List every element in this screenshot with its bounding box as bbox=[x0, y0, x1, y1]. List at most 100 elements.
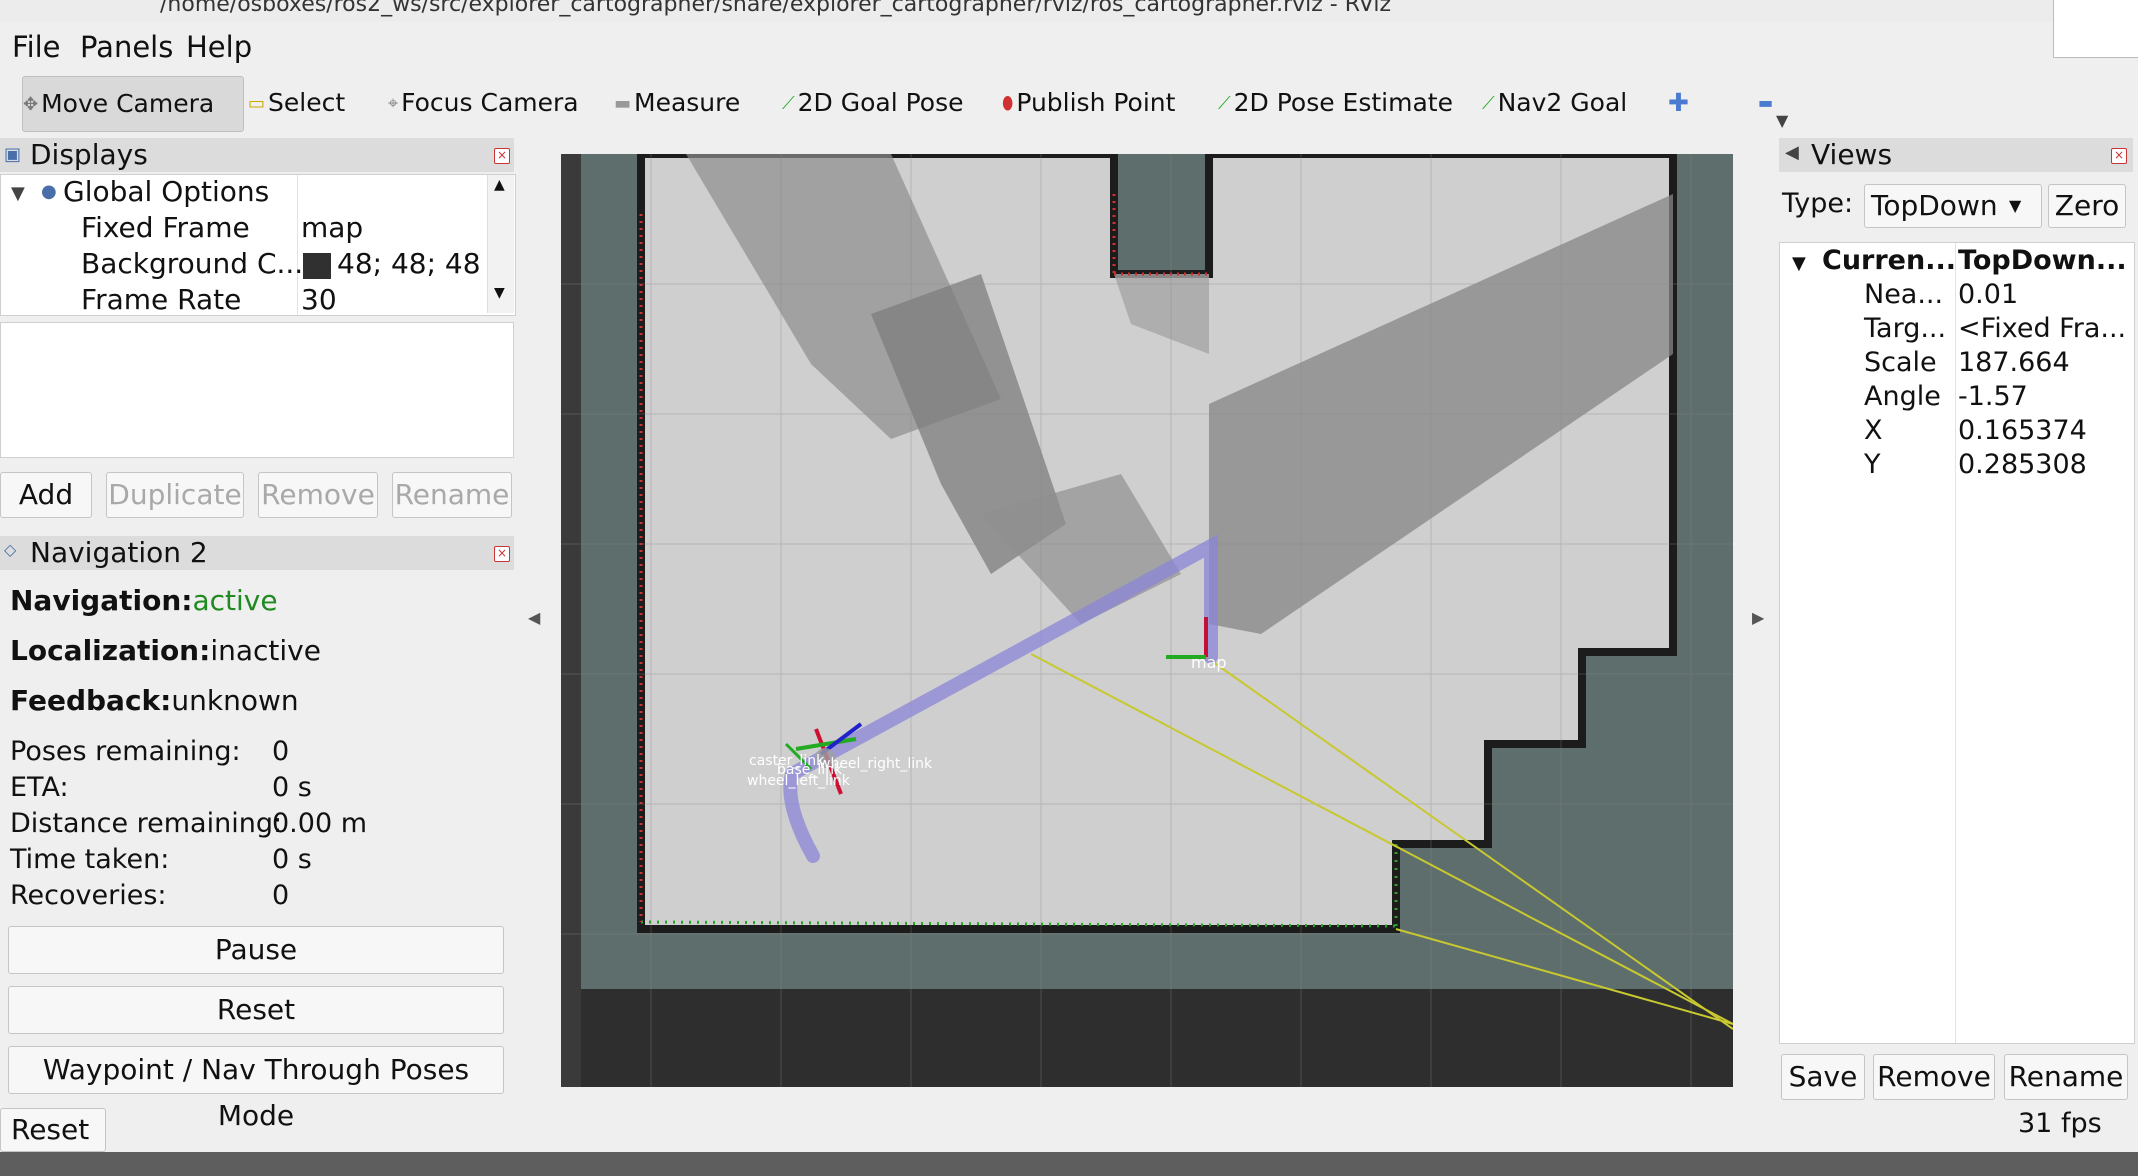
publish-point-label: Publish Point bbox=[1016, 88, 1176, 117]
distance-remaining-row: Distance remaining: 0.00 m bbox=[10, 808, 367, 839]
views-column-divider bbox=[1955, 243, 1956, 1043]
localization-status-value: inactive bbox=[210, 634, 321, 667]
time-taken-label: Time taken: bbox=[10, 844, 170, 875]
goal-pose-tool[interactable]: ⟋ 2D Goal Pose bbox=[782, 82, 963, 124]
expand-arrow-icon[interactable]: ▼ bbox=[11, 183, 25, 204]
navigation-status-label: Navigation: bbox=[10, 584, 193, 617]
views-title: Views bbox=[1811, 138, 1893, 171]
navigation-status-value: active bbox=[192, 584, 278, 617]
nav2-goal-arrow-icon: ⟋ bbox=[1482, 93, 1495, 114]
menu-panels[interactable]: Panels bbox=[80, 30, 173, 64]
displays-monitor-icon: ▣ bbox=[4, 144, 22, 165]
select-tool[interactable]: ▭ Select bbox=[248, 82, 345, 124]
displays-close-icon[interactable]: × bbox=[494, 148, 510, 164]
move-camera-tool[interactable]: ✥ Move Camera bbox=[22, 76, 244, 132]
y-value[interactable]: 0.285308 bbox=[1958, 449, 2087, 480]
global-reset-button[interactable]: Reset bbox=[0, 1108, 106, 1152]
menu-file[interactable]: File bbox=[12, 30, 61, 64]
scale-value[interactable]: 187.664 bbox=[1958, 347, 2070, 378]
left-collapse-arrow-icon[interactable]: ◀ bbox=[528, 608, 540, 627]
views-tree: ▼ Curren... TopDown... Nea... 0.01 Targ.… bbox=[1779, 242, 2135, 1044]
menu-bar: File Panels Help bbox=[0, 24, 2050, 64]
scroll-up-icon[interactable]: ▲ bbox=[494, 177, 505, 193]
window-title-bar: /home/osboxes/ros2_ws/src/explorer_carto… bbox=[0, 0, 2138, 22]
map-frame-label: map bbox=[1191, 653, 1227, 672]
right-collapse-arrow-icon[interactable]: ▶ bbox=[1752, 608, 1764, 627]
focus-camera-icon: ⌖ bbox=[388, 93, 399, 114]
displays-panel-header: Displays ▣ × bbox=[0, 138, 514, 172]
near-clip-value[interactable]: 0.01 bbox=[1958, 279, 2018, 310]
viewport-bottom-background bbox=[561, 989, 1733, 1087]
wheel-left-link-label: wheel_left_link bbox=[747, 773, 851, 789]
displays-scrollbar[interactable]: ▲ ▼ bbox=[487, 175, 514, 313]
nav2-goal-tool[interactable]: ⟋ Nav2 Goal bbox=[1482, 82, 1627, 124]
poses-remaining-row: Poses remaining: 0 bbox=[10, 736, 289, 767]
localization-status-label: Localization: bbox=[10, 634, 211, 667]
add-display-button[interactable]: Add bbox=[0, 472, 92, 518]
pose-estimate-arrow-icon: ⟋ bbox=[1218, 93, 1231, 114]
rename-view-button[interactable]: Rename bbox=[2004, 1054, 2128, 1100]
window-corner-box bbox=[2053, 0, 2138, 58]
display-description-area bbox=[0, 322, 514, 458]
render-viewport[interactable]: map caster_link base_link wheel_right_li… bbox=[561, 154, 1733, 1087]
tree-column-divider bbox=[297, 175, 298, 315]
eta-value: 0 s bbox=[272, 772, 312, 803]
scroll-down-icon[interactable]: ▼ bbox=[494, 285, 505, 301]
window-title: /home/osboxes/ros2_ws/src/explorer_carto… bbox=[160, 0, 1392, 17]
navigation-title: Navigation 2 bbox=[30, 536, 208, 569]
remove-tool-minus-icon[interactable]: ▬ bbox=[1758, 82, 1773, 124]
x-label: X bbox=[1864, 415, 1883, 446]
views-panel-header: Views ◀ × bbox=[1779, 138, 2133, 172]
publish-point-tool[interactable]: ⬮ Publish Point bbox=[1002, 82, 1175, 124]
background-color-label: Background C... bbox=[81, 247, 304, 280]
fps-counter: 31 fps bbox=[2018, 1108, 2102, 1139]
time-taken-row: Time taken: 0 s bbox=[10, 844, 312, 875]
fixed-frame-label: Fixed Frame bbox=[81, 211, 250, 244]
viewport-left-background bbox=[561, 154, 581, 1087]
feedback-status-label: Feedback: bbox=[10, 684, 172, 717]
view-type-dropdown-icon: ▼ bbox=[2009, 196, 2022, 215]
nav-reset-button[interactable]: Reset bbox=[8, 986, 504, 1034]
angle-value[interactable]: -1.57 bbox=[1958, 381, 2028, 412]
save-view-button[interactable]: Save bbox=[1781, 1054, 1865, 1100]
x-value[interactable]: 0.165374 bbox=[1958, 415, 2087, 446]
pose-estimate-tool[interactable]: ⟋ 2D Pose Estimate bbox=[1218, 82, 1453, 124]
rename-display-button[interactable]: Rename bbox=[392, 472, 512, 518]
add-tool-plus-icon[interactable]: ✚ bbox=[1668, 82, 1689, 124]
feedback-status: Feedback:unknown bbox=[10, 684, 299, 717]
views-close-icon[interactable]: × bbox=[2111, 148, 2127, 164]
zero-view-button[interactable]: Zero bbox=[2048, 184, 2126, 228]
toolbar-dropdown-icon[interactable]: ▼ bbox=[1776, 100, 1788, 142]
toolbar: ✥ Move Camera ▭ Select ⌖ Focus Camera ▬ Meas… bbox=[0, 70, 2138, 136]
measure-label: Measure bbox=[634, 88, 741, 117]
waypoint-mode-button[interactable]: Waypoint / Nav Through Poses Mode bbox=[8, 1046, 504, 1132]
menu-help[interactable]: Help bbox=[186, 30, 252, 64]
global-options-label[interactable]: Global Options bbox=[63, 175, 269, 208]
target-frame-label: Targ... bbox=[1864, 313, 1947, 344]
displays-tree: ▼ ● Global Options Fixed Frame map Backg… bbox=[0, 174, 516, 316]
angle-label: Angle bbox=[1864, 381, 1941, 412]
current-view-label[interactable]: Curren... bbox=[1822, 245, 1956, 276]
duplicate-display-button[interactable]: Duplicate bbox=[106, 472, 244, 518]
target-frame-value[interactable]: <Fixed Fra... bbox=[1958, 313, 2126, 344]
remove-view-button[interactable]: Remove bbox=[1873, 1054, 1995, 1100]
view-type-value: TopDown bbox=[1871, 189, 1998, 222]
background-color-value[interactable]: 48; 48; 48 bbox=[337, 247, 481, 280]
publish-point-pin-icon: ⬮ bbox=[1002, 93, 1014, 114]
view-type-select[interactable]: TopDown ▼ bbox=[1864, 184, 2042, 228]
map-scene: map caster_link base_link wheel_right_li… bbox=[561, 154, 1733, 1087]
navigation-status: Navigation:active bbox=[10, 584, 278, 617]
pause-button[interactable]: Pause bbox=[8, 926, 504, 974]
fixed-frame-value[interactable]: map bbox=[301, 211, 363, 244]
measure-tool[interactable]: ▬ Measure bbox=[614, 82, 740, 124]
recoveries-row: Recoveries: 0 bbox=[10, 880, 289, 911]
current-view-expand-icon[interactable]: ▼ bbox=[1792, 253, 1806, 274]
poses-remaining-label: Poses remaining: bbox=[10, 736, 241, 767]
navigation-close-icon[interactable]: × bbox=[494, 546, 510, 562]
frame-rate-value[interactable]: 30 bbox=[301, 283, 337, 316]
remove-display-button[interactable]: Remove bbox=[258, 472, 378, 518]
background-color-swatch[interactable] bbox=[303, 253, 331, 279]
feedback-status-value: unknown bbox=[171, 684, 299, 717]
focus-camera-tool[interactable]: ⌖ Focus Camera bbox=[388, 82, 579, 124]
current-view-value: TopDown... bbox=[1958, 245, 2127, 276]
